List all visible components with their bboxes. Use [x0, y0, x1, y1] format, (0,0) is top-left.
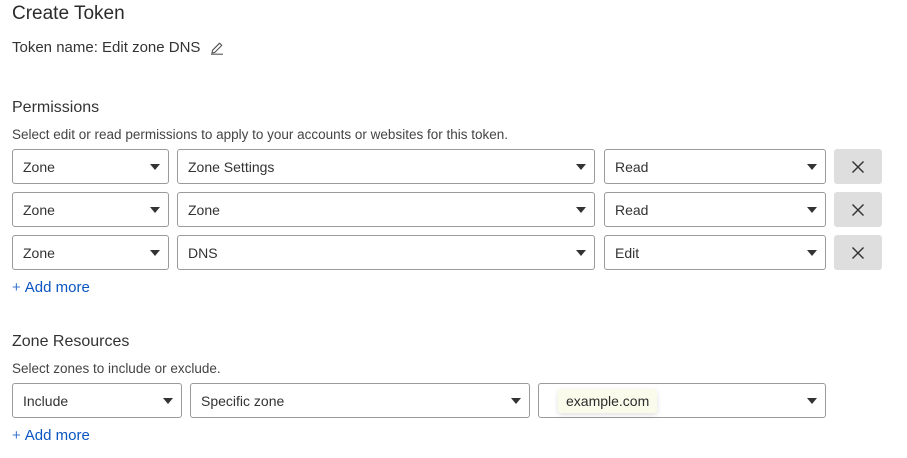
chevron-down-icon — [807, 398, 817, 404]
close-icon — [852, 246, 864, 259]
permission-scope-value: Zone — [23, 201, 55, 218]
zone-resources-description: Select zones to include or exclude. — [12, 361, 221, 376]
chevron-down-icon — [807, 250, 817, 256]
chevron-down-icon — [163, 398, 173, 404]
add-more-permissions-link[interactable]: + Add more — [12, 279, 90, 296]
plus-icon: + — [12, 427, 21, 444]
permission-resource-select[interactable]: Zone — [177, 192, 595, 227]
chevron-down-icon — [576, 164, 586, 170]
permission-access-select[interactable]: Edit — [604, 235, 826, 270]
zone-mode-select[interactable]: Include — [12, 383, 182, 418]
token-name-row: Token name: Edit zone DNS — [12, 39, 224, 56]
zone-type-select[interactable]: Specific zone — [190, 383, 530, 418]
permission-access-select[interactable]: Read — [604, 192, 826, 227]
zone-chip[interactable]: example.com — [558, 389, 658, 413]
chevron-down-icon — [150, 164, 160, 170]
plus-icon: + — [12, 279, 21, 296]
add-more-zones-link[interactable]: + Add more — [12, 427, 90, 444]
remove-permission-button[interactable] — [834, 149, 882, 184]
permissions-description: Select edit or read permissions to apply… — [12, 127, 508, 142]
chevron-down-icon — [511, 398, 521, 404]
permission-scope-select[interactable]: Zone — [12, 235, 169, 270]
permission-resource-select[interactable]: Zone Settings — [177, 149, 595, 184]
permission-scope-value: Zone — [23, 158, 55, 175]
remove-permission-button[interactable] — [834, 192, 882, 227]
permission-resource-value: DNS — [188, 244, 218, 261]
permission-scope-value: Zone — [23, 244, 55, 261]
chevron-down-icon — [807, 164, 817, 170]
zone-select[interactable]: example.com — [538, 383, 826, 418]
pencil-icon[interactable] — [210, 41, 224, 55]
permission-scope-select[interactable]: Zone — [12, 149, 169, 184]
permissions-heading: Permissions — [12, 99, 100, 116]
token-name-label: Token name: Edit zone DNS — [12, 39, 201, 56]
page-title: Create Token — [12, 3, 125, 24]
close-icon — [852, 203, 864, 216]
permission-resource-value: Zone — [188, 201, 220, 218]
zone-mode-value: Include — [23, 392, 69, 409]
permission-access-select[interactable]: Read — [604, 149, 826, 184]
zone-resources-heading: Zone Resources — [12, 333, 130, 350]
zone-type-value: Specific zone — [201, 392, 285, 409]
chevron-down-icon — [150, 207, 160, 213]
permission-access-value: Edit — [615, 244, 640, 261]
permission-access-value: Read — [615, 158, 649, 175]
permission-scope-select[interactable]: Zone — [12, 192, 169, 227]
chevron-down-icon — [576, 250, 586, 256]
chevron-down-icon — [150, 250, 160, 256]
permission-resource-select[interactable]: DNS — [177, 235, 595, 270]
add-more-label: Add more — [24, 427, 90, 444]
add-more-label: Add more — [24, 279, 90, 296]
permission-access-value: Read — [615, 201, 649, 218]
chevron-down-icon — [807, 207, 817, 213]
close-icon — [852, 160, 864, 173]
chevron-down-icon — [576, 207, 586, 213]
permission-resource-value: Zone Settings — [188, 158, 275, 175]
remove-permission-button[interactable] — [834, 235, 882, 270]
